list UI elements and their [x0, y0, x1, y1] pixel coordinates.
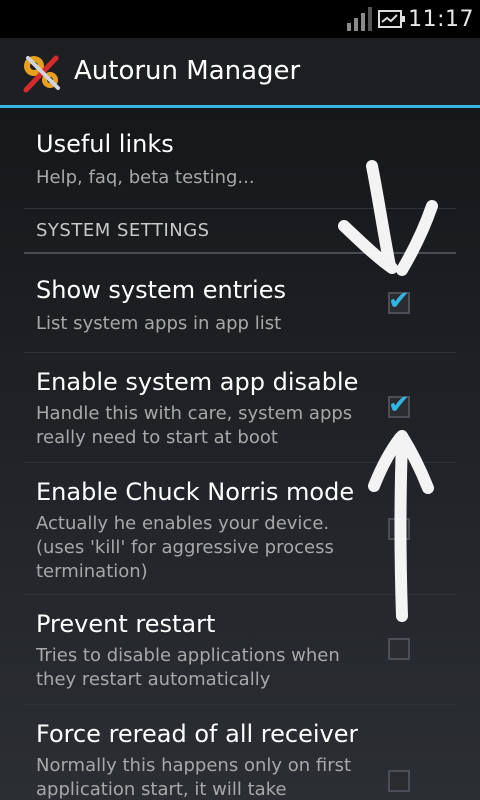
pref-summary: Help, faq, beta testing...	[36, 167, 255, 188]
pref-title: Enable Chuck Norris mode	[36, 478, 355, 506]
pref-summary: List system apps in app list	[36, 313, 282, 334]
pref-summary: Actually he enables your device. (uses '…	[36, 513, 334, 582]
pref-title: Show system entries	[36, 276, 286, 304]
checkbox-force-reread[interactable]	[388, 770, 410, 792]
settings-list[interactable]: Useful links Help, faq, beta testing... …	[0, 108, 480, 800]
app-title: Autorun Manager	[74, 56, 301, 86]
pref-title: Prevent restart	[36, 610, 216, 638]
status-bar: 11:17	[0, 0, 480, 38]
pref-title: Enable system app disable	[36, 368, 358, 396]
pref-title: Force reread of all receiver	[36, 720, 358, 748]
pref-force-reread-receivers[interactable]: Force reread of all receiver Normally th…	[24, 704, 456, 800]
pref-summary: Normally this happens only on first appl…	[36, 755, 352, 800]
battery-icon	[378, 10, 406, 28]
status-icons: 11:17	[347, 0, 474, 38]
pref-summary: Handle this with care, system apps reall…	[36, 403, 353, 448]
section-header-label: SYSTEM SETTINGS	[36, 220, 210, 241]
pref-summary: Tries to disable applications when they …	[36, 645, 340, 690]
action-bar: Autorun Manager	[0, 38, 480, 108]
status-time: 11:17	[408, 6, 474, 32]
app-logo-icon[interactable]	[20, 52, 62, 94]
annotation-arrows-icon	[338, 160, 438, 622]
signal-strength-icon	[347, 7, 373, 31]
pref-title: Useful links	[36, 130, 174, 158]
